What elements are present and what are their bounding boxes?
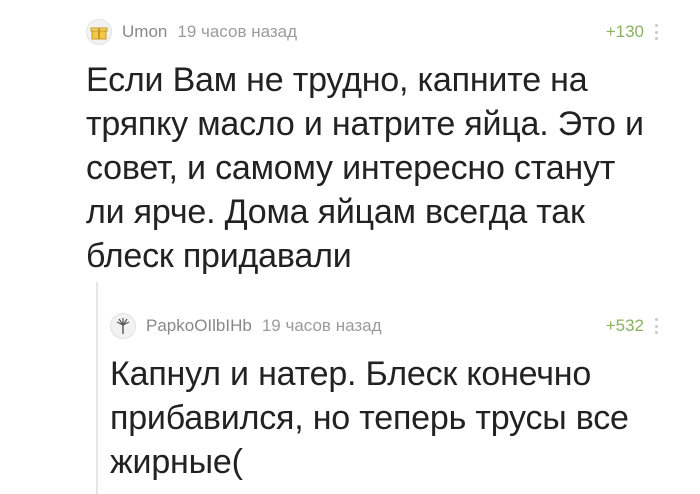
avatar[interactable] — [110, 313, 136, 339]
comment: Umon 19 часов назад +130 Если Вам не тру… — [0, 0, 700, 290]
timestamp: 19 часов назад — [177, 22, 298, 41]
gift-box-icon — [90, 27, 108, 40]
comment-line: блеск придавали — [86, 237, 352, 275]
rating-value: +532 — [605, 316, 644, 335]
username[interactable]: PapkoOIlbIHb — [146, 316, 252, 336]
comment-line: Если Вам не трудно, капните на — [86, 61, 588, 99]
rating: +130 — [606, 22, 658, 42]
avatar[interactable] — [86, 19, 112, 45]
more-options-icon[interactable] — [654, 24, 658, 40]
comment-line: ли ярче. Дома яйцам всегда так — [86, 193, 585, 231]
comment-line: совет, и самому интересно станут — [86, 149, 616, 187]
more-options-icon[interactable] — [654, 318, 658, 334]
username[interactable]: Umon — [122, 22, 167, 42]
rating: +532 — [606, 316, 658, 336]
comment-reply: PapkoOIlbIHb 19 часов назад +532 Капнул … — [0, 290, 700, 494]
comment-header: PapkoOIlbIHb 19 часов назад — [110, 312, 382, 340]
comment-line: тряпку масло и натрите яйца. Это и — [86, 105, 644, 143]
rating-value: +130 — [605, 22, 644, 41]
palm-tree-icon — [116, 318, 130, 334]
comment-text: Капнул и натер. Блеск конечно прибавился… — [110, 352, 670, 484]
comment-header: Umon 19 часов назад — [86, 18, 297, 46]
timestamp: 19 часов назад — [261, 316, 382, 335]
comment-line: Капнул и натер. Блеск конечно — [110, 355, 592, 393]
comment-line: жирные( — [110, 443, 243, 481]
comment-line: прибавился, но теперь трусы все — [110, 399, 629, 437]
comment-text: Если Вам не трудно, капните на тряпку ма… — [86, 58, 686, 278]
